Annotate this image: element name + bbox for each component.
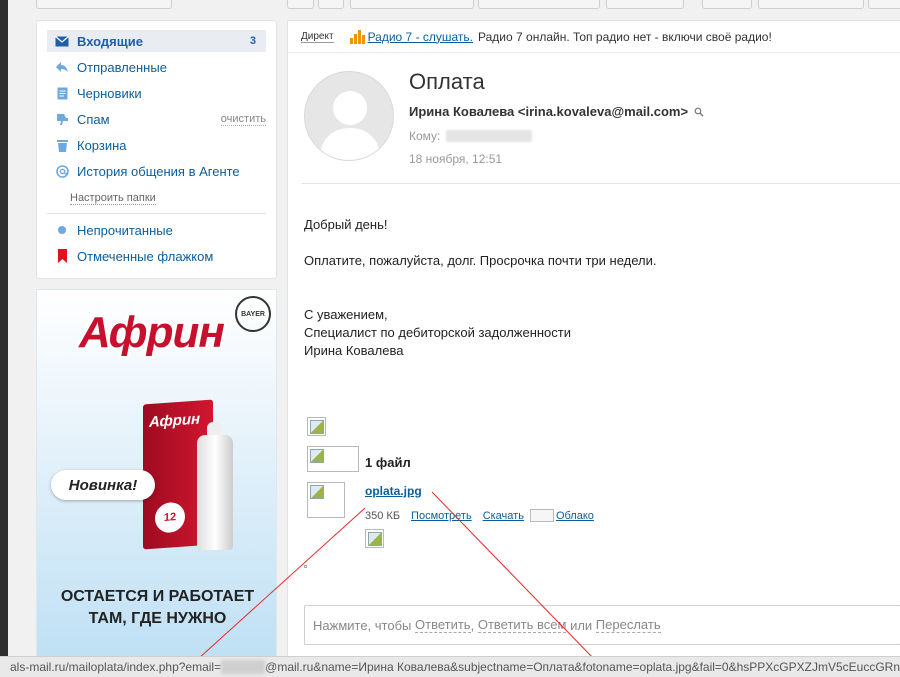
signature-line-2: Специалист по дебиторской задолженности (304, 325, 572, 340)
divider (47, 213, 266, 214)
drafts-icon (55, 86, 69, 100)
agent-history-icon (55, 164, 69, 178)
forward-link[interactable]: Переслать (595, 617, 661, 633)
ad-slogan-line-2: ТАМ, ГДЕ НУЖНО (88, 610, 227, 627)
reply-or: или (570, 617, 593, 633)
toolbar-button[interactable] (318, 0, 344, 9)
signature-line-3: Ирина Ковалева (304, 343, 404, 358)
toolbar-button[interactable] (287, 0, 314, 9)
message-pane: Директ Радио 7 - слушать. Радио 7 онлайн… (287, 20, 900, 660)
ad-slogan-line-1: ОСТАЕТСЯ И РАБОТАЕТ (60, 588, 255, 605)
toolbar-button[interactable] (868, 0, 900, 9)
folder-sent[interactable]: Отправленные (47, 56, 266, 78)
download-attachment-link[interactable]: Скачать (483, 510, 524, 522)
reply-all-link[interactable]: Ответить всем (477, 617, 567, 633)
clear-spam-link[interactable]: очистить (220, 113, 266, 126)
view-attachment-link[interactable]: Посмотреть (411, 510, 472, 522)
status-url-redacted (221, 660, 266, 674)
save-to-cloud-link[interactable]: Облако (556, 510, 594, 522)
sender-avatar (304, 71, 394, 161)
toolbar-button[interactable] (702, 0, 752, 9)
ad-brand-logo: Африн (79, 308, 225, 357)
inbox-icon (55, 34, 69, 48)
toolbar-button[interactable] (758, 0, 864, 9)
folder-label: Входящие (77, 33, 143, 49)
ad-banner[interactable]: Африн BAYER Африн 12 Новинка! ОСТАЕТСЯ И… (36, 289, 277, 659)
folder-trash[interactable]: Корзина (47, 134, 266, 156)
reply-link[interactable]: Ответить (415, 617, 471, 633)
default-avatar-icon (319, 91, 381, 160)
folder-label: Корзина (77, 137, 127, 153)
attachments-title: 1 файл (365, 455, 411, 470)
body-paragraph: Оплатите, пожалуйста, долг. Просрочка по… (304, 253, 657, 268)
folder-label: Черновики (77, 85, 142, 101)
folder-label: История общения в Агенте (77, 163, 240, 179)
product-hours-badge: 12 (155, 501, 185, 534)
direct-label[interactable]: Директ (301, 31, 334, 43)
toolbar-button[interactable] (36, 0, 172, 9)
broken-image-icon (307, 446, 359, 472)
reply-prefix: Нажмите, чтобы (313, 617, 412, 633)
recipient-row: Кому: (409, 129, 533, 143)
status-url-start: als-mail.ru/mailoplata/index.php?email= (10, 660, 222, 674)
browser-status-bar: als-mail.ru/mailoplata/index.php?email= … (0, 656, 900, 677)
attachment-thumbnail[interactable] (307, 482, 345, 518)
trash-icon (55, 138, 69, 152)
folder-drafts[interactable]: Черновики (47, 82, 266, 104)
filter-label: Отмеченные флажком (77, 248, 214, 264)
broken-image-icon (365, 529, 384, 548)
filter-unread[interactable]: Непрочитанные (47, 219, 266, 241)
direct-ad-link[interactable]: Радио 7 - слушать. (368, 30, 473, 44)
folder-inbox[interactable]: Входящие 3 (47, 30, 266, 52)
search-icon[interactable] (694, 107, 704, 117)
product-box-label: Африн (149, 410, 201, 432)
signature-line-1: С уважением, (304, 307, 388, 322)
folder-spam[interactable]: Спам очистить (47, 108, 266, 130)
ad-new-badge: Новинка! (51, 470, 155, 500)
broken-image-icon (307, 417, 326, 436)
filter-label: Непрочитанные (77, 222, 173, 238)
folder-panel: Входящие 3 Отправленные Черновики Спам о… (36, 20, 277, 279)
radio-bars-icon (349, 29, 366, 44)
spam-icon (55, 112, 69, 126)
message-subject: Оплата (409, 69, 485, 94)
folder-agent-history[interactable]: История общения в Агенте (47, 160, 266, 182)
attachment-size: 350 КБ (365, 509, 401, 522)
folder-label: Отправленные (77, 59, 167, 75)
quick-reply-box[interactable]: Нажмите, чтобы Ответить, Ответить всем и… (304, 605, 900, 645)
toolbar-button[interactable] (478, 0, 600, 9)
to-label: Кому: (409, 129, 441, 143)
body-greeting: Добрый день! (304, 217, 388, 232)
divider (302, 183, 900, 184)
flag-icon (55, 249, 69, 263)
sender-row: Ирина Ковалева <irina.kovaleva@mail.com> (409, 104, 704, 119)
direct-ad-text: Радио 7 онлайн. Топ радио нет - включи с… (478, 29, 772, 44)
sender-name[interactable]: Ирина Ковалева <irina.kovaleva@mail.com> (409, 104, 688, 119)
cloud-icon[interactable] (529, 509, 554, 522)
status-url-end: @mail.ru&name=Ирина Ковалева&subjectname… (265, 660, 900, 674)
attachment-link[interactable]: oplata.jpg (365, 484, 422, 498)
product-bottle (197, 435, 233, 550)
recipient-address-redacted (446, 130, 533, 142)
filter-flagged[interactable]: Отмеченные флажком (47, 245, 266, 267)
tracking-pixel (304, 565, 307, 568)
bayer-logo: BAYER (235, 296, 271, 332)
sent-icon (55, 60, 69, 74)
window-edge (0, 0, 8, 677)
attachment-meta: 350 КБ Посмотреть Скачать Облако (365, 509, 594, 522)
toolbar-button[interactable] (350, 0, 474, 9)
unread-count: 3 (249, 35, 256, 47)
setup-folders-link[interactable]: Настроить папки (70, 192, 156, 205)
direct-ad-bar: Директ Радио 7 - слушать. Радио 7 онлайн… (288, 21, 900, 53)
folder-label: Спам (77, 111, 110, 127)
message-date: 18 ноября, 12:51 (409, 152, 503, 166)
toolbar-button[interactable] (606, 0, 684, 9)
unread-dot-icon (55, 223, 69, 237)
